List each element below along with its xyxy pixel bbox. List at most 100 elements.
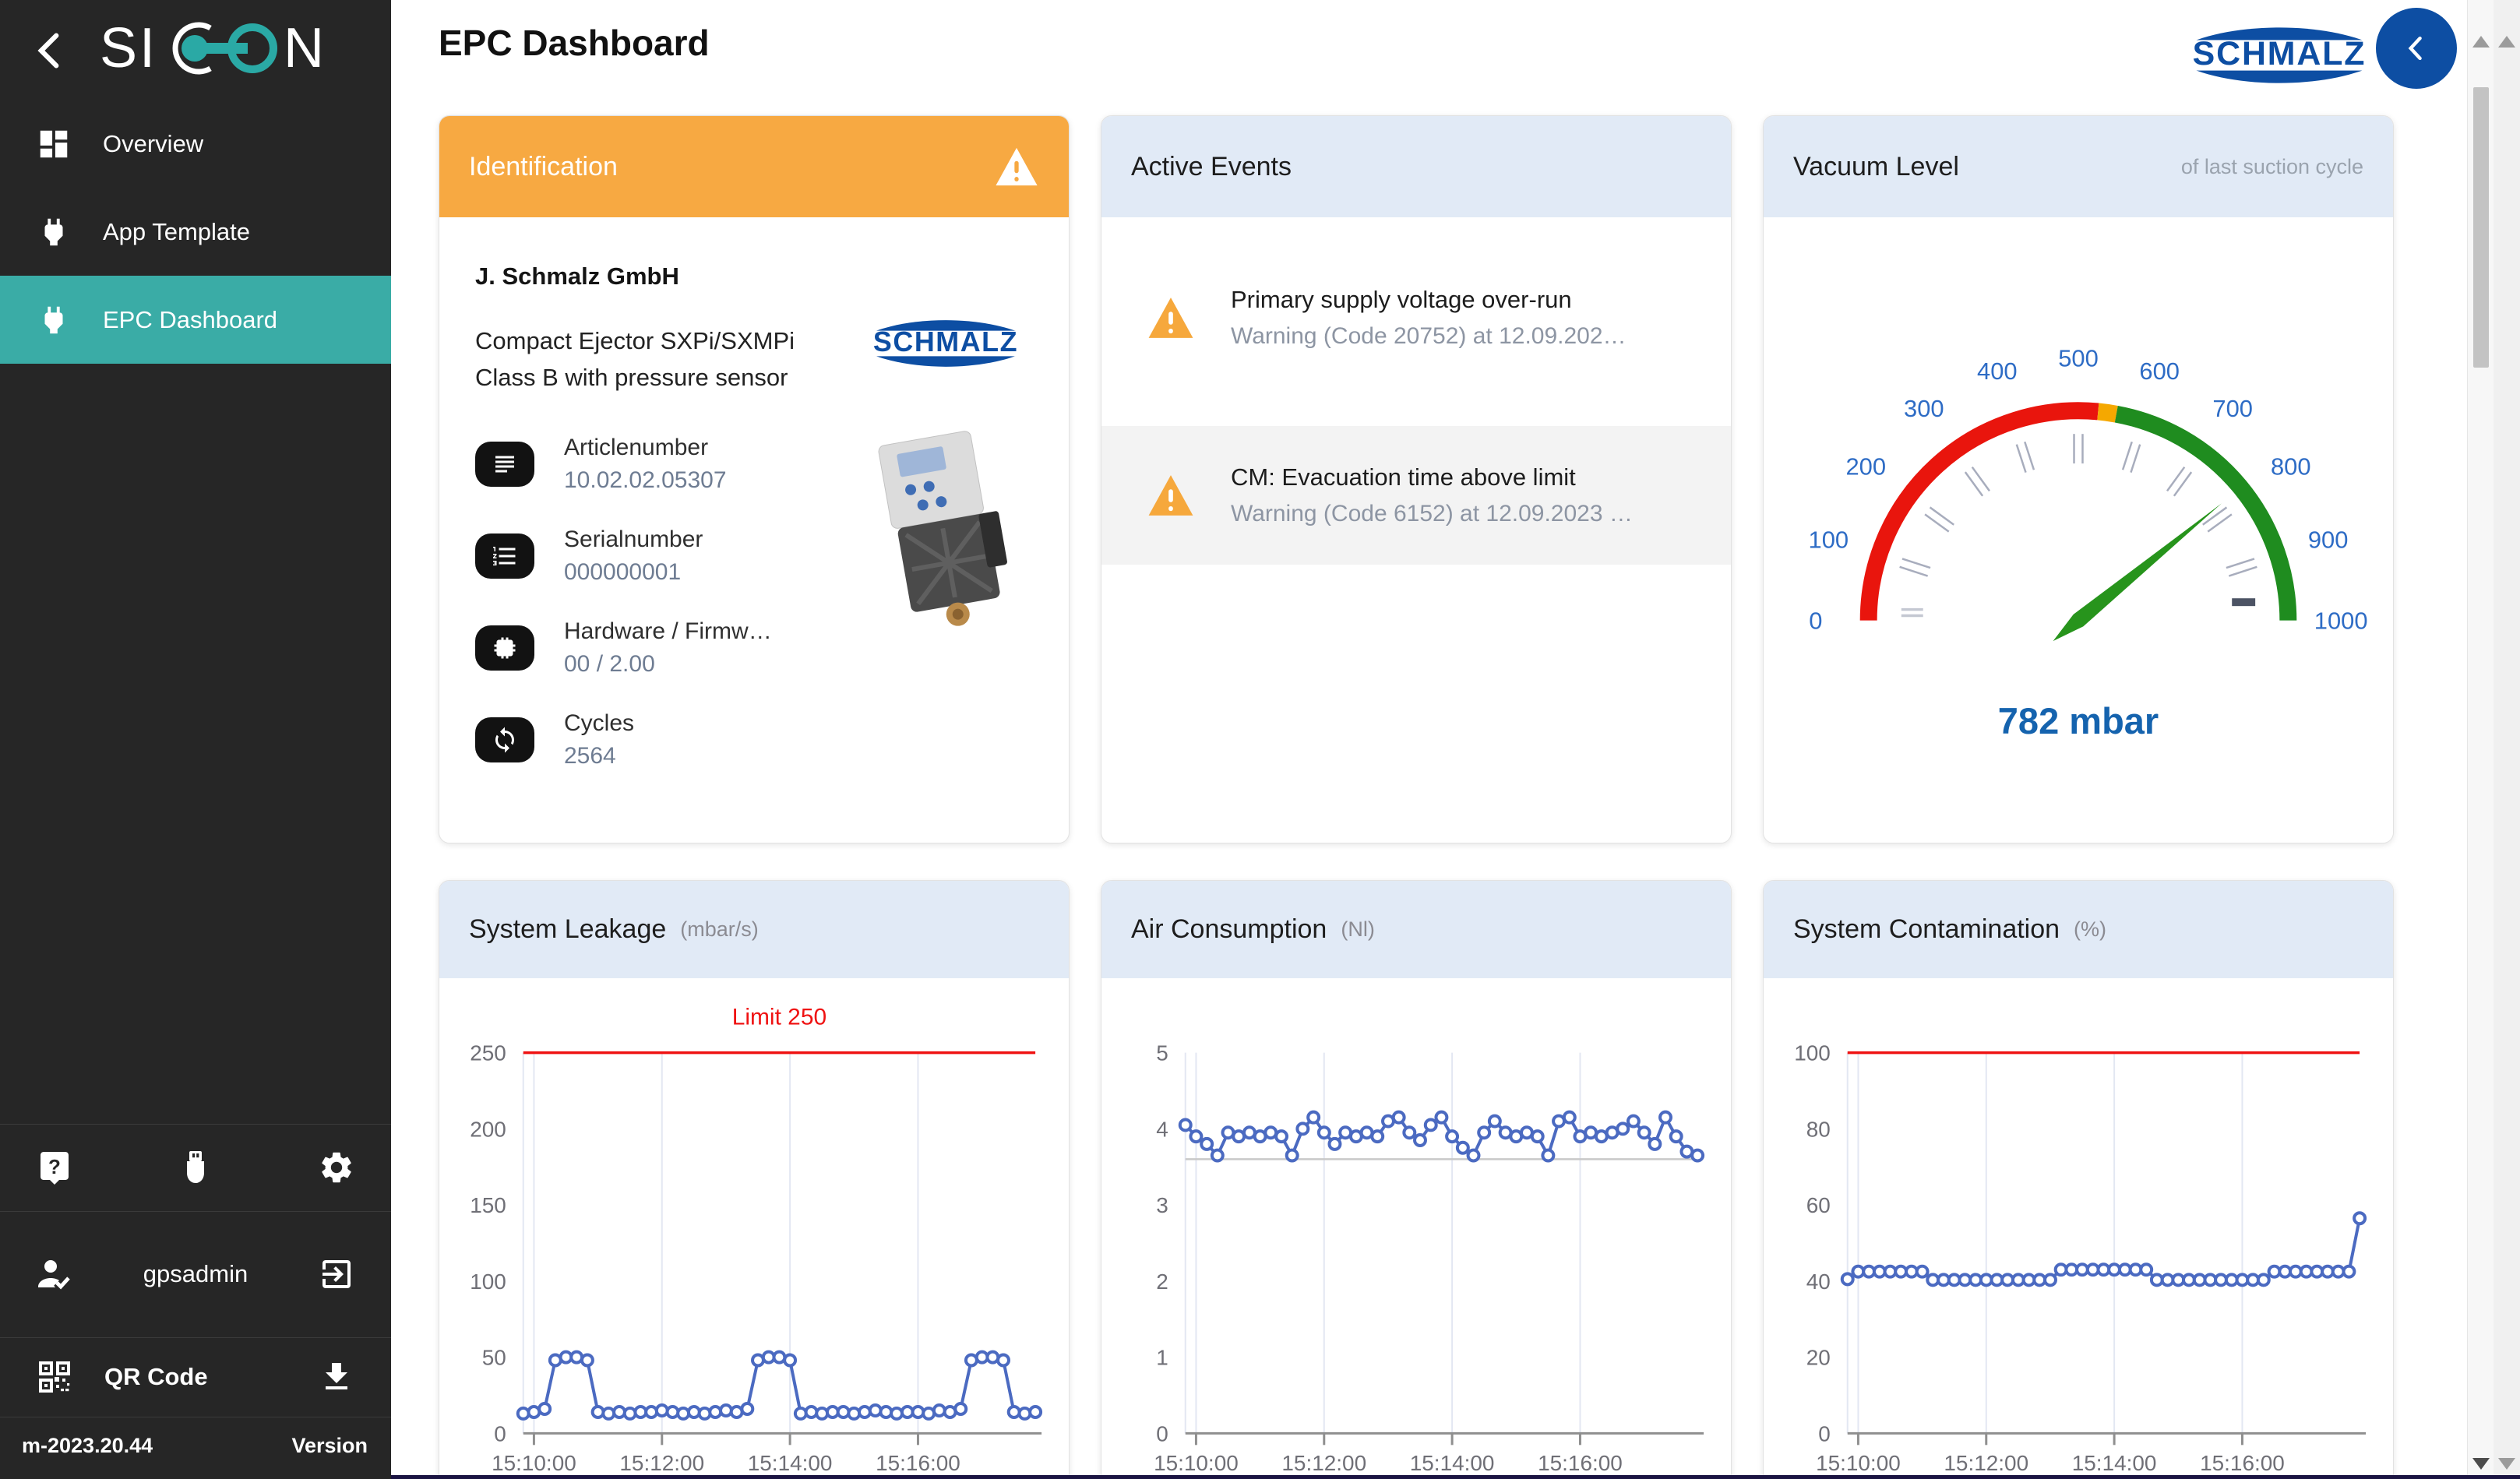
sidebar-nav: Overview App Template EPC Dashboard xyxy=(0,100,391,364)
schmalz-logo: SCHMALZ xyxy=(2162,12,2396,102)
event-row[interactable]: CM: Evacuation time above limit Warning … xyxy=(1101,426,1731,565)
vacuum-level-card-header: Vacuum Level of last suction cycle xyxy=(1764,116,2393,217)
user-check-icon[interactable] xyxy=(36,1255,73,1293)
card-subtitle: of last suction cycle xyxy=(2181,155,2363,179)
outer-scrollbar[interactable] xyxy=(2494,0,2520,1479)
system-leakage-card: System Leakage (mbar/s) 0501001502002501… xyxy=(439,880,1070,1479)
svg-text:15:14:00: 15:14:00 xyxy=(1410,1451,1495,1475)
download-icon[interactable] xyxy=(318,1358,355,1396)
card-unit: (mbar/s) xyxy=(680,917,759,942)
sidebar-item-app-template[interactable]: App Template xyxy=(0,188,391,276)
svg-text:15:14:00: 15:14:00 xyxy=(748,1451,833,1475)
svg-text:80: 80 xyxy=(1806,1117,1831,1141)
schmalz-logo-small: SCHMALZ xyxy=(848,308,1044,383)
dashboard-icon xyxy=(36,126,72,162)
line-chart: 02040608010015:10:0015:12:0015:14:0015:1… xyxy=(1764,978,2393,1479)
svg-text:400: 400 xyxy=(1977,357,2018,385)
svg-text:600: 600 xyxy=(2139,357,2180,385)
active-events-list: Primary supply voltage over-run Warning … xyxy=(1101,259,1731,565)
app-window: SI N Overview App Template EPC Dashboard xyxy=(0,0,2520,1479)
sidebar-item-epc-dashboard[interactable]: EPC Dashboard xyxy=(0,276,391,364)
svg-text:3: 3 xyxy=(1156,1193,1168,1217)
svg-text:1: 1 xyxy=(1156,1346,1168,1370)
svg-text:15:10:00: 15:10:00 xyxy=(1154,1451,1239,1475)
identification-card: Identification J. Schmalz GmbH Compact E… xyxy=(439,115,1070,843)
product-image xyxy=(863,421,1034,636)
system-contamination-card: System Contamination (%) 02040608010015:… xyxy=(1763,880,2394,1479)
qr-code-label: QR Code xyxy=(104,1363,208,1391)
svg-text:Limit 250: Limit 250 xyxy=(732,1005,826,1030)
air-consumption-card-header: Air Consumption (Nl) xyxy=(1101,881,1731,978)
list-icon xyxy=(475,442,534,487)
scroll-up-arrow[interactable] xyxy=(2498,36,2515,48)
field-value: 2564 xyxy=(564,743,634,769)
sidebar-item-label: Overview xyxy=(103,130,203,158)
chip-icon xyxy=(475,625,534,671)
settings-icon[interactable] xyxy=(318,1149,355,1186)
sidebar-version-row: m-2023.20.44 Version xyxy=(0,1417,391,1474)
chevron-left-icon xyxy=(28,28,73,73)
field-label: Serialnumber xyxy=(564,526,703,553)
sicon-logo: SI N xyxy=(100,16,333,88)
card-title: System Leakage xyxy=(469,914,666,945)
sidebar-user-row: gpsadmin xyxy=(0,1212,391,1336)
field-value: 00 / 2.00 xyxy=(564,651,772,678)
gauge-chart: 01002003004005006007008009001000 xyxy=(1764,255,2393,738)
svg-text:20: 20 xyxy=(1806,1346,1831,1370)
warning-icon xyxy=(1147,295,1195,340)
logo-text-n: N xyxy=(284,17,324,79)
card-title: Active Events xyxy=(1131,152,1292,182)
svg-text:4: 4 xyxy=(1156,1117,1168,1141)
svg-text:700: 700 xyxy=(2212,395,2253,422)
event-title: CM: Evacuation time above limit xyxy=(1231,463,1633,491)
svg-text:50: 50 xyxy=(482,1346,506,1370)
svg-text:60: 60 xyxy=(1806,1193,1831,1217)
sidebar-qr-row[interactable]: QR Code xyxy=(0,1338,391,1416)
svg-text:250: 250 xyxy=(470,1041,506,1065)
svg-text:200: 200 xyxy=(1845,453,1886,480)
svg-text:0: 0 xyxy=(1818,1421,1831,1446)
system-leakage-chart: 05010015020025015:10:0015:12:0015:14:001… xyxy=(439,978,1069,1479)
event-title: Primary supply voltage over-run xyxy=(1231,286,1627,314)
warning-icon xyxy=(994,146,1039,188)
sidebar: SI N Overview App Template EPC Dashboard xyxy=(0,0,391,1479)
svg-text:40: 40 xyxy=(1806,1269,1831,1294)
username: gpsadmin xyxy=(143,1260,248,1288)
svg-text:5: 5 xyxy=(1156,1041,1168,1065)
svg-text:900: 900 xyxy=(2308,526,2349,553)
version-value: m-2023.20.44 xyxy=(22,1434,153,1458)
svg-text:15:12:00: 15:12:00 xyxy=(1944,1451,2028,1475)
svg-text:0: 0 xyxy=(494,1421,506,1446)
air-consumption-card: Air Consumption (Nl) 01234515:10:0015:12… xyxy=(1101,880,1732,1479)
collapse-panel-button[interactable] xyxy=(2376,8,2457,89)
inner-scrollbar[interactable] xyxy=(2467,0,2494,1479)
field-label: Hardware / Firmw… xyxy=(564,618,772,645)
help-icon[interactable]: ? xyxy=(36,1149,73,1186)
field-value: 10.02.02.05307 xyxy=(564,467,727,494)
svg-text:15:12:00: 15:12:00 xyxy=(619,1451,704,1475)
svg-text:300: 300 xyxy=(1904,395,1944,422)
vacuum-gauge: 01002003004005006007008009001000 782 mba… xyxy=(1764,217,2393,742)
scroll-down-arrow[interactable] xyxy=(2498,1458,2515,1470)
sidebar-item-overview[interactable]: Overview xyxy=(0,100,391,188)
card-title: Identification xyxy=(469,152,618,182)
usb-device-icon[interactable] xyxy=(177,1149,214,1186)
sidebar-item-label: EPC Dashboard xyxy=(103,306,277,334)
qr-code-icon xyxy=(36,1358,73,1396)
scroll-up-arrow[interactable] xyxy=(2472,36,2490,48)
system-contamination-chart: 02040608010015:10:0015:12:0015:14:0015:1… xyxy=(1764,978,2393,1479)
identification-card-body: J. Schmalz GmbH Compact Ejector SXPi/SXM… xyxy=(439,217,1069,802)
svg-text:15:14:00: 15:14:00 xyxy=(2072,1451,2157,1475)
warning-icon xyxy=(1147,473,1195,518)
page-title: EPC Dashboard xyxy=(439,22,710,64)
logout-icon[interactable] xyxy=(318,1255,355,1293)
scroll-down-arrow[interactable] xyxy=(2472,1458,2490,1470)
identification-card-header: Identification xyxy=(439,116,1069,217)
plug-icon xyxy=(36,214,72,250)
scrollbar-thumb[interactable] xyxy=(2473,87,2489,368)
vacuum-level-card: Vacuum Level of last suction cycle 01002… xyxy=(1763,115,2394,843)
schmalz-logo-text: SCHMALZ xyxy=(873,326,1018,357)
sidebar-collapse-button[interactable] xyxy=(28,28,73,73)
card-unit: (%) xyxy=(2074,917,2106,942)
event-row[interactable]: Primary supply voltage over-run Warning … xyxy=(1101,259,1731,376)
